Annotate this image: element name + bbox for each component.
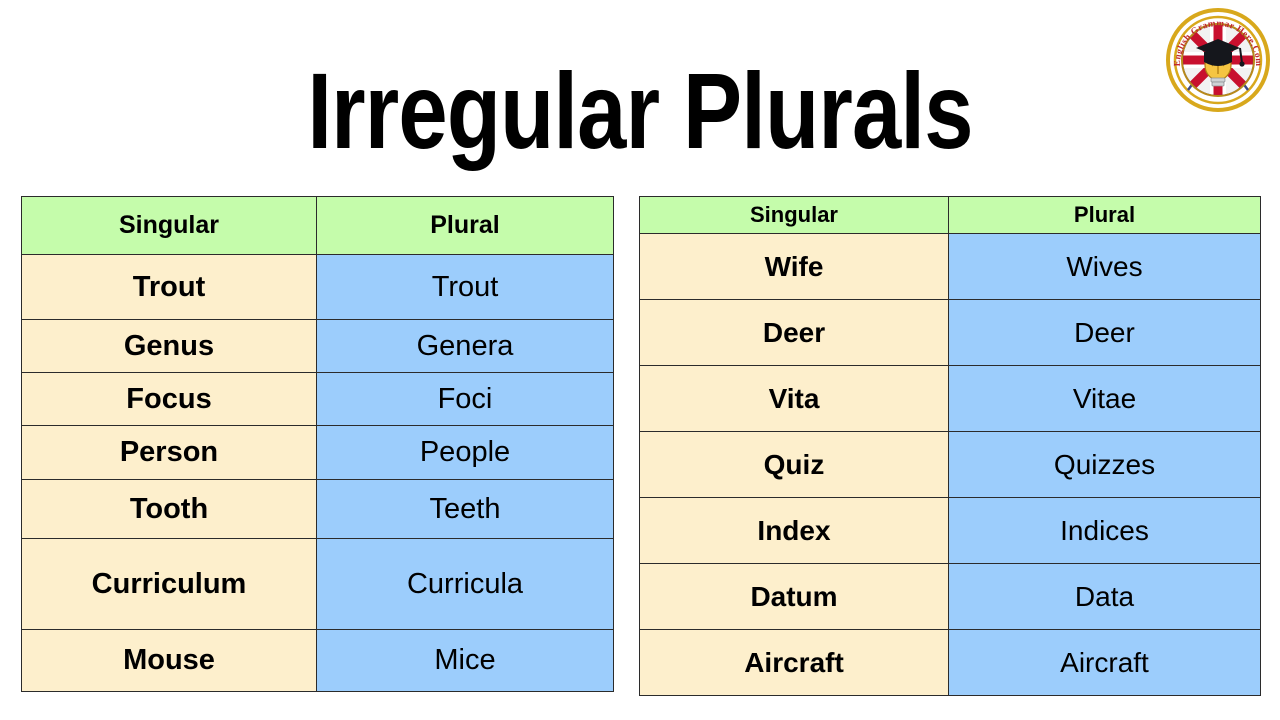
cell-plural: Wives	[948, 233, 1261, 300]
cell-plural: People	[316, 425, 614, 480]
cell-plural: Curricula	[316, 538, 614, 630]
table-row: Vita Vitae	[639, 365, 1261, 432]
table-row: Index Indices	[639, 497, 1261, 564]
cell-singular: Curriculum	[21, 538, 317, 630]
cell-plural: Aircraft	[948, 629, 1261, 696]
table-row: Deer Deer	[639, 299, 1261, 366]
table-row: Mouse Mice	[21, 629, 614, 692]
cell-singular: Person	[21, 425, 317, 480]
cell-singular: Datum	[639, 563, 949, 630]
cell-singular: Trout	[21, 254, 317, 320]
irregular-plurals-table-right: Singular Plural Wife Wives Deer Deer Vita Vit…	[639, 196, 1261, 696]
cell-plural: Data	[948, 563, 1261, 630]
cell-plural: Quizzes	[948, 431, 1261, 498]
table-body: Wife Wives Deer Deer Vita Vitae Quiz Quizzes Ind…	[639, 233, 1261, 696]
table-row: Person People	[21, 425, 614, 480]
cell-plural: Trout	[316, 254, 614, 320]
column-header-singular: Singular	[21, 196, 317, 255]
cell-plural: Foci	[316, 372, 614, 426]
column-header-plural: Plural	[316, 196, 614, 255]
cell-plural: Mice	[316, 629, 614, 692]
cell-singular: Index	[639, 497, 949, 564]
page-title: Irregular Plurals	[307, 50, 973, 171]
irregular-plurals-table-left: Singular Plural Trout Trout Genus Genera Foc…	[21, 196, 614, 692]
cell-singular: Genus	[21, 319, 317, 373]
table-header-row: Singular Plural	[21, 196, 614, 255]
cell-plural: Teeth	[316, 479, 614, 539]
column-header-plural: Plural	[948, 196, 1261, 234]
cell-plural: Vitae	[948, 365, 1261, 432]
table-row: Curriculum Curricula	[21, 538, 614, 630]
cell-singular: Wife	[639, 233, 949, 300]
english-grammar-here-logo: English Grammar Here.Com	[1166, 8, 1270, 112]
table-row: Quiz Quizzes	[639, 431, 1261, 498]
table-header-row: Singular Plural	[639, 196, 1261, 234]
cell-singular: Deer	[639, 299, 949, 366]
table-row: Trout Trout	[21, 254, 614, 320]
table-row: Focus Foci	[21, 372, 614, 426]
table-row: Aircraft Aircraft	[639, 629, 1261, 696]
cell-plural: Indices	[948, 497, 1261, 564]
cell-singular: Aircraft	[639, 629, 949, 696]
cell-singular: Mouse	[21, 629, 317, 692]
table-row: Tooth Teeth	[21, 479, 614, 539]
table-row: Datum Data	[639, 563, 1261, 630]
cell-singular: Tooth	[21, 479, 317, 539]
cell-plural: Deer	[948, 299, 1261, 366]
column-header-singular: Singular	[639, 196, 949, 234]
cell-plural: Genera	[316, 319, 614, 373]
cell-singular: Vita	[639, 365, 949, 432]
table-row: Wife Wives	[639, 233, 1261, 300]
table-body: Trout Trout Genus Genera Focus Foci Person Peop…	[21, 254, 614, 692]
table-row: Genus Genera	[21, 319, 614, 373]
cell-singular: Focus	[21, 372, 317, 426]
cell-singular: Quiz	[639, 431, 949, 498]
